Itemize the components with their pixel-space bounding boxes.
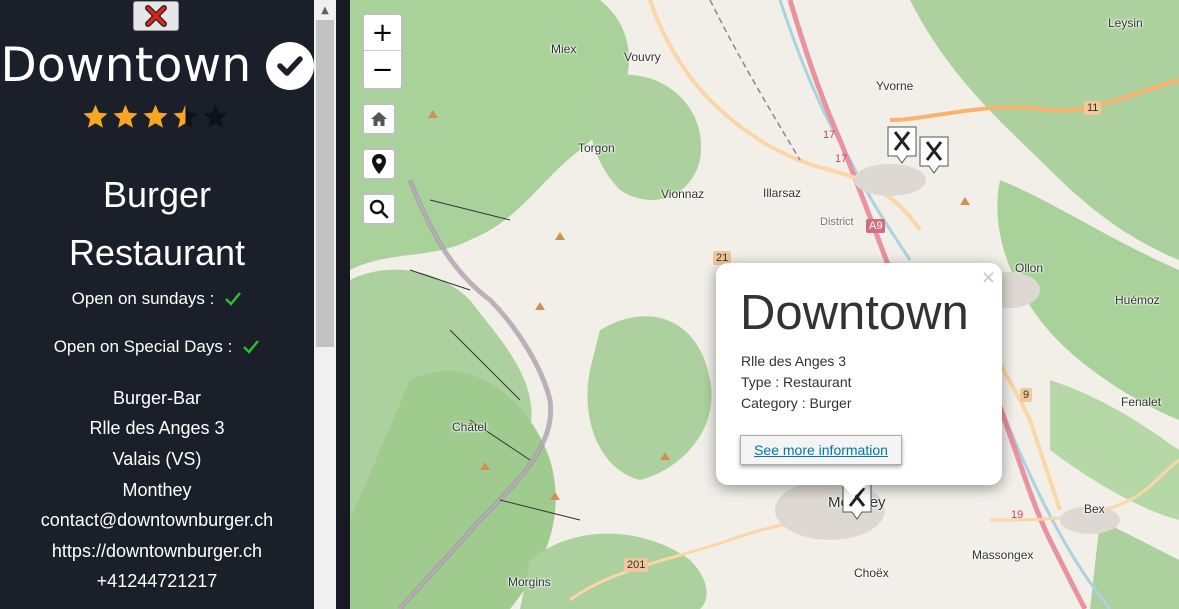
open-special-days-label: Open on Special Days : xyxy=(53,337,233,356)
category-line-1: Burger xyxy=(102,174,212,215)
map-label-fenalet: Fenalet xyxy=(1121,395,1162,409)
road-shield-201: 201 xyxy=(624,558,649,572)
zoom-control: + − xyxy=(362,13,403,90)
restaurant-marker-icon xyxy=(919,136,949,174)
road-label-17a: 17 xyxy=(823,129,836,141)
marker-popup: × Downtown Rlle des Anges 3 Type : Resta… xyxy=(716,263,1002,497)
popup-title: Downtown xyxy=(740,286,969,340)
map-label-huemoz: Huémoz xyxy=(1115,293,1160,307)
see-more-information-button[interactable]: See more information xyxy=(740,435,902,465)
star-full-icon xyxy=(143,104,168,128)
close-icon xyxy=(145,5,167,27)
business-type: Burger-Bar xyxy=(112,388,202,408)
zoom-out-button[interactable]: − xyxy=(364,52,401,88)
road-label-17b: 17 xyxy=(835,153,848,165)
popup-address: Rlle des Anges 3 xyxy=(741,353,847,369)
map-label-morgins: Morgins xyxy=(508,575,551,589)
map-label-torgon: Torgon xyxy=(578,141,615,155)
road-shield-11: 11 xyxy=(1084,101,1102,115)
scroll-thumb[interactable] xyxy=(316,20,334,347)
map-label-massongex: Massongex xyxy=(972,548,1034,562)
map-label-bex: Bex xyxy=(1084,502,1105,516)
phone-link[interactable]: +41244721217 xyxy=(0,570,314,592)
website-link[interactable]: https://downtownburger.ch xyxy=(0,540,314,562)
check-icon xyxy=(243,340,260,354)
close-sidebar-button[interactable] xyxy=(133,1,179,31)
map-label-miex: Miex xyxy=(551,42,577,56)
star-full-icon xyxy=(83,104,108,128)
star-rating xyxy=(82,103,229,130)
category-line-2: Restaurant xyxy=(68,232,246,273)
popup-type: Type : Restaurant xyxy=(741,374,852,390)
open-special-days-row: Open on Special Days : xyxy=(0,337,314,357)
canton: Valais (VS) xyxy=(112,449,202,469)
popup-category: Category : Burger xyxy=(741,395,852,411)
sidebar-scrollbar[interactable]: ▲ xyxy=(314,0,336,609)
home-button[interactable] xyxy=(362,103,396,135)
email-link[interactable]: contact@downtownburger.ch xyxy=(0,509,314,531)
map-label-vionnaz: Vionnaz xyxy=(661,187,705,201)
home-icon xyxy=(371,112,387,126)
map-label-yvorne: Yvorne xyxy=(876,79,914,93)
road-label-19: 19 xyxy=(1011,509,1024,521)
popup-tip xyxy=(840,483,868,497)
map-label-ollon: Ollon xyxy=(1015,261,1044,275)
restaurant-marker-1[interactable] xyxy=(887,126,917,164)
map-label-illarsaz: Illarsaz xyxy=(763,186,802,200)
check-icon xyxy=(225,292,242,306)
map-view[interactable]: Miex Vouvry Yvorne Leysin Torgon Vionnaz… xyxy=(350,0,1179,609)
verified-check-icon xyxy=(265,42,314,90)
star-half-icon xyxy=(173,104,198,128)
map-label-district: District xyxy=(820,216,854,228)
road-shield-9: 9 xyxy=(1020,388,1033,402)
star-empty-icon xyxy=(203,104,228,128)
road-shield-a9: A9 xyxy=(866,219,886,233)
city: Monthey xyxy=(122,480,192,500)
zoom-in-button[interactable]: + xyxy=(364,15,401,51)
locate-button[interactable] xyxy=(362,148,396,180)
map-label-leysin: Leysin xyxy=(1108,16,1143,30)
gutter xyxy=(336,0,350,609)
map-label-chatel: Châtel xyxy=(452,420,487,434)
restaurant-marker-2[interactable] xyxy=(919,136,949,174)
place-title: Downtown xyxy=(0,38,252,93)
address: Rlle des Anges 3 xyxy=(89,418,225,438)
map-label-choex: Choëx xyxy=(854,566,889,580)
open-sundays-row: Open on sundays : xyxy=(0,289,314,309)
restaurant-marker-icon xyxy=(887,126,917,164)
scroll-up-arrow-icon[interactable]: ▲ xyxy=(314,0,336,20)
popup-close-button[interactable]: × xyxy=(981,267,996,288)
map-label-vouvry: Vouvry xyxy=(624,50,661,64)
sidebar: Downtown Burger Restaurant Open on sunda… xyxy=(0,0,314,609)
map-pin-icon xyxy=(372,154,386,174)
search-button[interactable] xyxy=(362,193,396,225)
star-full-icon xyxy=(113,104,138,128)
search-icon xyxy=(369,199,389,219)
open-sundays-label: Open on sundays : xyxy=(71,289,215,308)
title-row: Downtown xyxy=(0,38,314,94)
